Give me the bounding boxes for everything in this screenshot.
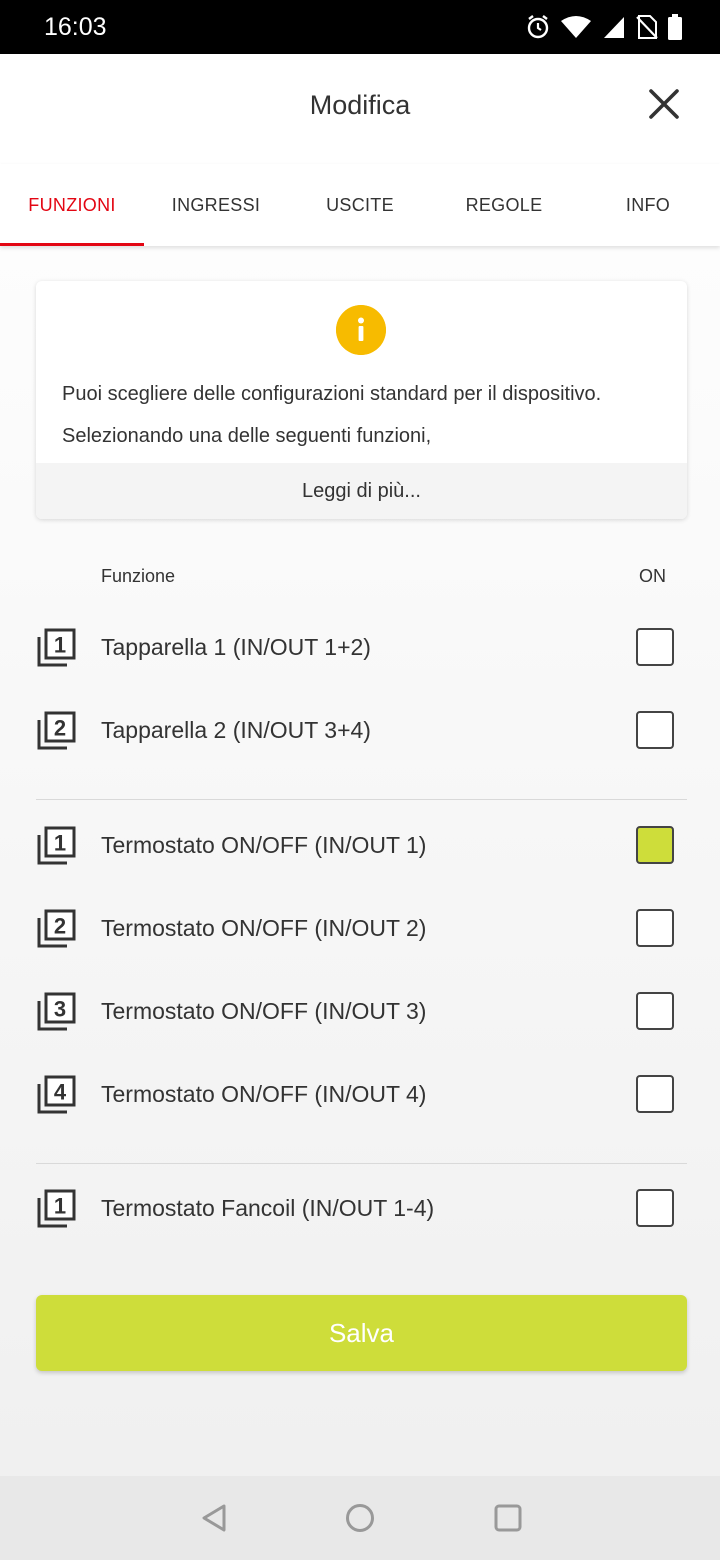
status-bar: 16:03 (0, 0, 720, 54)
app-bar: Modifica (0, 54, 720, 164)
list-header: Funzione ON (0, 566, 720, 590)
alarm-icon (527, 15, 549, 39)
signal-icon (604, 17, 624, 38)
tab-ingressi[interactable]: INGRESSI (144, 164, 288, 246)
svg-text:1: 1 (54, 633, 66, 658)
no-sim-icon (636, 15, 658, 39)
divider (36, 1163, 687, 1164)
svg-text:2: 2 (54, 914, 66, 939)
function-checkbox[interactable] (636, 1075, 674, 1113)
tab-regole[interactable]: REGOLE (432, 164, 576, 246)
svg-text:1: 1 (54, 1194, 66, 1219)
info-card: Puoi scegliere delle configurazioni stan… (36, 281, 687, 519)
tab-bar: FUNZIONI INGRESSI USCITE REGOLE INFO (0, 164, 720, 246)
function-checkbox[interactable] (636, 1189, 674, 1227)
svg-text:1: 1 (54, 831, 66, 856)
divider (36, 799, 687, 800)
layers-3-icon: 3 (37, 992, 76, 1031)
function-label: Termostato ON/OFF (IN/OUT 1) (101, 832, 427, 858)
info-text: Puoi scegliere delle configurazioni stan… (62, 383, 602, 447)
svg-text:4: 4 (54, 1080, 67, 1105)
tab-info[interactable]: INFO (576, 164, 720, 246)
layers-1-icon: 1 (37, 628, 76, 667)
function-label: Termostato Fancoil (IN/OUT 1-4) (101, 1195, 435, 1221)
function-row[interactable]: 1 Termostato ON/OFF (IN/OUT 1) (0, 815, 720, 875)
layers-1-icon: 1 (37, 1189, 76, 1228)
function-row[interactable]: 4 Termostato ON/OFF (IN/OUT 4) (0, 1064, 720, 1124)
wifi-icon (561, 16, 591, 38)
status-time: 16:03 (44, 13, 107, 41)
close-icon[interactable] (644, 84, 684, 124)
layers-2-icon: 2 (37, 909, 76, 948)
function-checkbox[interactable] (636, 909, 674, 947)
content-area: Puoi scegliere delle configurazioni stan… (0, 246, 720, 1476)
home-icon[interactable] (344, 1502, 376, 1534)
battery-icon (668, 14, 682, 40)
function-checkbox[interactable] (636, 628, 674, 666)
function-checkbox[interactable] (636, 992, 674, 1030)
tab-uscite[interactable]: USCITE (288, 164, 432, 246)
function-label: Tapparella 2 (IN/OUT 3+4) (101, 717, 371, 743)
status-icons (526, 14, 682, 40)
function-label: Termostato ON/OFF (IN/OUT 4) (101, 1081, 427, 1107)
function-row[interactable]: 2 Termostato ON/OFF (IN/OUT 2) (0, 898, 720, 958)
tab-funzioni[interactable]: FUNZIONI (0, 164, 144, 246)
function-row[interactable]: 1 Termostato Fancoil (IN/OUT 1-4) (0, 1178, 720, 1238)
layers-4-icon: 4 (37, 1075, 76, 1114)
header-function: Funzione (101, 566, 176, 586)
function-checkbox[interactable] (636, 711, 674, 749)
header-on: ON (639, 566, 666, 586)
svg-text:2: 2 (54, 716, 66, 741)
save-button[interactable]: Salva (36, 1295, 687, 1371)
read-more-button[interactable]: Leggi di più... (36, 463, 687, 519)
page-title: Modifica (309, 90, 411, 120)
layers-1-icon: 1 (37, 826, 76, 865)
info-icon (336, 305, 386, 355)
function-row[interactable]: 2 Tapparella 2 (IN/OUT 3+4) (0, 700, 720, 760)
function-row[interactable]: 3 Termostato ON/OFF (IN/OUT 3) (0, 981, 720, 1041)
system-nav-bar (0, 1476, 720, 1560)
function-row[interactable]: 1 Tapparella 1 (IN/OUT 1+2) (0, 617, 720, 677)
back-icon[interactable] (198, 1502, 230, 1534)
svg-text:3: 3 (54, 997, 66, 1022)
function-label: Termostato ON/OFF (IN/OUT 3) (101, 998, 427, 1024)
function-checkbox-checked[interactable] (636, 826, 674, 864)
function-label: Termostato ON/OFF (IN/OUT 2) (101, 915, 427, 941)
function-label: Tapparella 1 (IN/OUT 1+2) (101, 634, 371, 660)
recents-icon[interactable] (492, 1502, 524, 1534)
layers-2-icon: 2 (37, 711, 76, 750)
